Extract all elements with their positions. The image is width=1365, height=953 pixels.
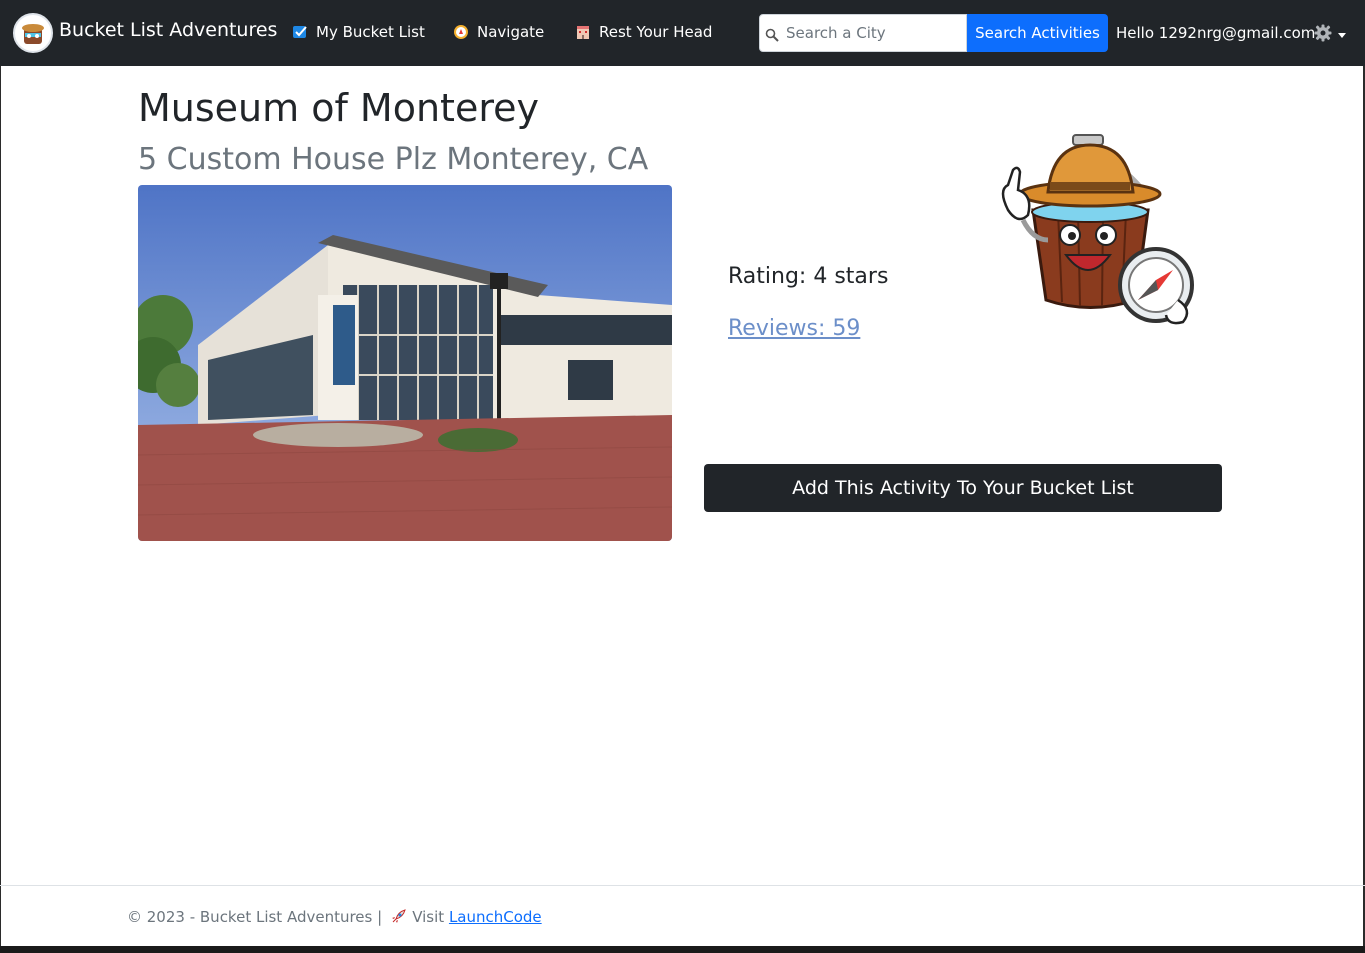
search-activities-button[interactable]: Search Activities <box>967 14 1108 52</box>
footer-copyright: © 2023 - Bucket List Adventures | <box>127 908 383 926</box>
footer-visit-label: Visit <box>412 908 445 926</box>
brand-logo[interactable] <box>13 13 53 53</box>
nav-navigate[interactable]: Navigate <box>453 23 544 41</box>
activity-photo <box>138 185 672 541</box>
bucket-mascot-image <box>978 130 1204 328</box>
brand-name[interactable]: Bucket List Adventures <box>59 19 277 41</box>
activity-address: 5 Custom House Plz Monterey, CA <box>138 142 649 177</box>
gear-icon <box>1314 24 1332 46</box>
search-box <box>759 14 967 52</box>
user-greeting: Hello 1292nrg@gmail.com! <box>1116 24 1322 42</box>
add-to-bucket-list-button[interactable]: Add This Activity To Your Bucket List <box>704 464 1222 512</box>
launchcode-link[interactable]: LaunchCode <box>449 908 542 926</box>
nav-label: Navigate <box>477 23 545 41</box>
nav-rest-your-head[interactable]: Rest Your Head <box>575 23 712 41</box>
nav-label: My Bucket List <box>316 23 425 41</box>
nav-label: Rest Your Head <box>599 23 713 41</box>
reviews-link[interactable]: Reviews: 59 <box>728 316 860 341</box>
window-bottom-edge <box>0 946 1365 953</box>
window-edge-left <box>0 66 1 946</box>
nav-my-bucket-list[interactable]: My Bucket List <box>292 23 425 41</box>
top-navbar: Bucket List Adventures My Bucket List Na… <box>0 0 1365 66</box>
page-footer: © 2023 - Bucket List Adventures | Visit … <box>127 908 542 926</box>
rocket-icon <box>390 909 406 925</box>
search-icon <box>765 27 779 42</box>
hotel-icon <box>575 24 591 40</box>
search-input[interactable] <box>786 15 964 51</box>
compass-icon <box>453 24 469 40</box>
checkbox-icon <box>292 24 308 40</box>
settings-dropdown[interactable] <box>1314 24 1346 46</box>
activity-rating: Rating: 4 stars <box>728 264 889 289</box>
chevron-down-icon <box>1338 32 1346 38</box>
footer-divider <box>0 885 1365 886</box>
activity-title: Museum of Monterey <box>138 86 539 130</box>
